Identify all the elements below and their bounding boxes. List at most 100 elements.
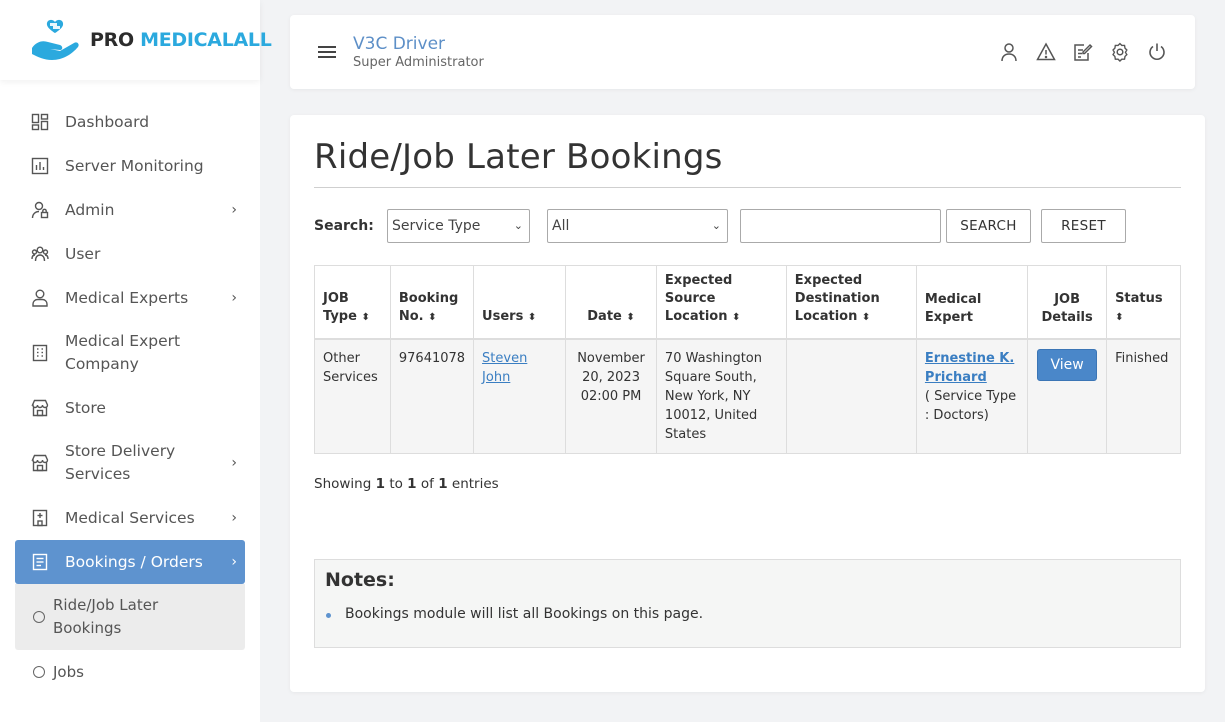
sidebar-item-admin[interactable]: Admin ›: [15, 188, 245, 232]
sidebar-item-medical-experts[interactable]: Medical Experts ›: [15, 276, 245, 320]
column-header-booking-no[interactable]: Booking No. ⬍: [389, 265, 475, 340]
page-title: Ride/Job Later Bookings: [314, 137, 723, 177]
column-header-job-type[interactable]: JOB Type ⬍: [314, 265, 391, 340]
column-header-job-details: JOB Details: [1027, 265, 1108, 340]
medical-expert-link[interactable]: Ernestine K. Prichard: [925, 351, 1014, 385]
header-line: Users: [482, 308, 524, 324]
cell-job-details: View: [1027, 338, 1108, 454]
table-row: Other Services 97641078 Steven John Nove…: [314, 338, 1181, 454]
title-divider: [314, 187, 1181, 188]
settings-icon[interactable]: [1110, 42, 1130, 62]
bookings-table: JOB Type ⬍ Booking No. ⬍ Users ⬍ Date ⬍ Ex…: [314, 265, 1181, 454]
pagination-total: 1: [438, 476, 448, 492]
cell-date: November 20, 2023 02:00 PM: [565, 338, 657, 454]
building-icon: [31, 344, 49, 362]
sidebar-item-store-delivery-services[interactable]: Store Delivery Services ›: [15, 430, 245, 496]
sidebar-subitem-jobs[interactable]: Jobs: [15, 650, 245, 694]
header-line: Details: [1041, 309, 1093, 325]
cell-medical-expert: Ernestine K. Prichard( Service Type : Do…: [915, 338, 1029, 454]
cell-job-type: Other Services: [314, 338, 391, 454]
chevron-down-icon: ⌄: [513, 219, 523, 232]
edit-note-icon[interactable]: [1073, 42, 1093, 62]
sort-icon: ⬍: [626, 311, 635, 323]
sidebar-item-label: Medical Expert Company: [65, 332, 181, 373]
header-line: Booking: [398, 290, 459, 306]
sidebar-subitem-label: Jobs: [53, 662, 84, 681]
column-header-medical-expert: Medical Expert: [915, 265, 1029, 340]
brand-hands-heart-icon: [30, 18, 86, 62]
header-actions: [999, 42, 1167, 62]
header-line: Date: [587, 308, 622, 324]
search-bar: Search: Service Type ⌄ All ⌄ SEARCH RESE…: [314, 209, 1184, 245]
power-icon[interactable]: [1147, 42, 1167, 62]
sidebar-item-medical-services[interactable]: Medical Services ›: [15, 496, 245, 540]
header-line: JOB: [1054, 291, 1080, 307]
users-icon: [31, 245, 49, 263]
circle-icon: [33, 666, 45, 678]
header-line: Location: [664, 308, 728, 324]
status-filter-select[interactable]: All ⌄: [547, 209, 728, 243]
chevron-down-icon: ⌄: [711, 219, 721, 232]
search-input[interactable]: [740, 209, 941, 243]
service-type-select-value: Service Type: [392, 218, 481, 234]
pagination-to: 1: [407, 476, 417, 492]
sidebar-item-label: Server Monitoring: [65, 156, 204, 175]
user-link[interactable]: Steven John: [482, 351, 527, 385]
view-button[interactable]: View: [1037, 348, 1097, 381]
date-line: November: [577, 350, 645, 366]
column-header-expected-destination-location[interactable]: Expected Destination Location ⬍: [785, 265, 917, 340]
sort-icon: ⬍: [428, 311, 437, 323]
sidebar: PRO MEDICALALL Dashboard Server Monitori…: [0, 0, 272, 722]
sort-icon: ⬍: [861, 311, 871, 323]
column-header-users[interactable]: Users ⬍: [473, 265, 567, 340]
column-header-expected-source-location[interactable]: Expected Source Location ⬍: [655, 265, 787, 340]
sidebar-subitem-label: Ride/Job Later Bookings: [53, 596, 159, 637]
header-line: JOB: [323, 290, 349, 306]
header-line: Type: [323, 308, 357, 324]
sidebar-subitem-ride-job-later-bookings[interactable]: Ride/Job Later Bookings: [15, 584, 245, 650]
sidebar-item-bookings-orders[interactable]: Bookings / Orders ›: [15, 540, 245, 584]
header-line: Status: [1115, 290, 1163, 306]
column-header-date[interactable]: Date ⬍: [565, 265, 657, 340]
chevron-right-icon: ›: [231, 510, 237, 526]
header-line: Expected Source: [664, 272, 733, 306]
cell-destination-location: [785, 338, 917, 454]
person-icon: [31, 289, 49, 307]
sidebar-nav: Dashboard Server Monitoring Admin › User: [15, 100, 245, 694]
sidebar-item-dashboard[interactable]: Dashboard: [15, 100, 245, 144]
hamburger-menu-icon[interactable]: [318, 46, 336, 58]
notes-panel: Notes: Bookings module will list all Boo…: [314, 559, 1181, 648]
search-button[interactable]: SEARCH: [946, 209, 1031, 243]
table-header-row: JOB Type ⬍ Booking No. ⬍ Users ⬍ Date ⬍ Ex…: [314, 265, 1181, 340]
admin-icon: [31, 201, 49, 219]
sort-icon: ⬍: [527, 311, 537, 323]
date-line: 20, 2023: [582, 369, 640, 385]
store-icon: [31, 454, 49, 472]
cell-status: Finished: [1106, 338, 1181, 454]
pagination-text: to: [389, 476, 403, 492]
hospital-icon: [31, 509, 49, 527]
logo[interactable]: PRO MEDICALALL: [0, 0, 272, 80]
sidebar-item-store[interactable]: Store: [15, 386, 245, 430]
chevron-right-icon: ›: [231, 455, 237, 471]
notes-title: Notes:: [325, 569, 395, 591]
header-line: Expert: [924, 309, 973, 325]
bookings-submenu: Ride/Job Later Bookings: [15, 584, 245, 650]
service-type-select[interactable]: Service Type ⌄: [387, 209, 530, 243]
column-header-status[interactable]: Status ⬍: [1106, 265, 1181, 340]
sidebar-item-medical-expert-company[interactable]: Medical Expert Company: [15, 320, 245, 386]
user-name: V3C Driver: [353, 34, 446, 54]
reset-button[interactable]: RESET: [1041, 209, 1126, 243]
sort-icon: ⬍: [361, 311, 370, 323]
header-line: Destination: [794, 290, 880, 306]
sidebar-item-server-monitoring[interactable]: Server Monitoring: [15, 144, 245, 188]
header-line: No.: [398, 308, 424, 324]
expert-service-type: ( Service Type : Doctors): [924, 388, 1017, 423]
pagination-from: 1: [375, 476, 386, 492]
cell-source-location: 70 Washington Square South, New York, NY…: [655, 338, 787, 454]
sidebar-item-user[interactable]: User: [15, 232, 245, 276]
brand-name: MEDICALALL: [140, 29, 272, 51]
profile-icon[interactable]: [999, 42, 1019, 62]
alert-icon[interactable]: [1036, 42, 1056, 62]
header-line: Location: [794, 308, 858, 324]
